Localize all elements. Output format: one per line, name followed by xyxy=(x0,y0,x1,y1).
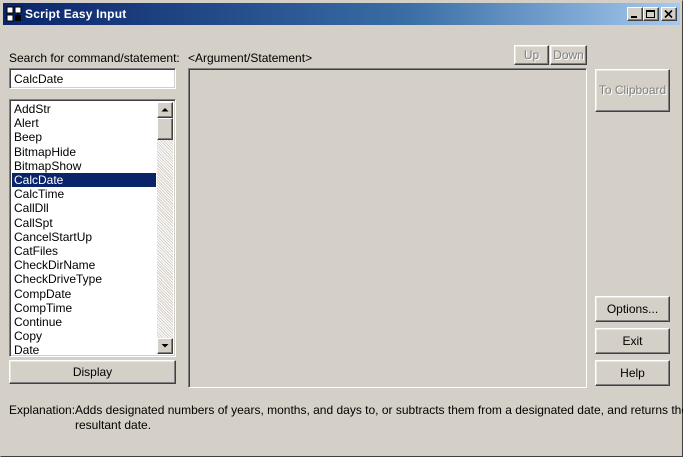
window-title: Script Easy Input xyxy=(25,7,127,21)
argument-label: <Argument/Statement> xyxy=(188,51,313,65)
command-list-item[interactable]: CancelStartUp xyxy=(12,230,156,244)
display-button[interactable]: Display xyxy=(9,360,176,384)
help-button[interactable]: Help xyxy=(595,360,670,386)
script-easy-input-window: Script Easy Input Search for command/sta… xyxy=(0,0,683,457)
command-list-item[interactable]: CallSpt xyxy=(12,216,156,230)
to-clipboard-button[interactable]: To Clipboard xyxy=(595,69,670,112)
command-list-item[interactable]: CalcTime xyxy=(12,187,156,201)
scroll-up-button[interactable] xyxy=(157,102,173,118)
command-list-item[interactable]: CheckDirName xyxy=(12,258,156,272)
down-button[interactable]: Down xyxy=(550,45,587,65)
command-list-item[interactable]: CheckDriveType xyxy=(12,272,156,286)
close-button[interactable] xyxy=(661,7,677,21)
command-list[interactable]: AddStr Alert Beep BitmapHide BitmapShow CalcD… xyxy=(9,99,176,357)
up-button[interactable]: Up xyxy=(514,45,549,65)
arrow-up-icon xyxy=(161,108,169,112)
command-list-item[interactable]: CompDate xyxy=(12,287,156,301)
command-list-scrollbar[interactable] xyxy=(157,102,173,354)
options-button[interactable]: Options... xyxy=(595,296,670,322)
exit-button[interactable]: Exit xyxy=(595,328,670,354)
command-list-item[interactable]: BitmapShow xyxy=(12,159,156,173)
arrow-down-icon xyxy=(161,344,169,348)
command-list-item[interactable]: BitmapHide xyxy=(12,145,156,159)
scroll-thumb[interactable] xyxy=(157,118,173,140)
command-list-item[interactable]: Date xyxy=(12,343,156,356)
command-list-item[interactable]: Beep xyxy=(12,130,156,144)
search-label: Search for command/statement: xyxy=(9,51,180,65)
command-list-item[interactable]: AddStr xyxy=(12,102,156,116)
title-bar[interactable]: Script Easy Input xyxy=(3,3,680,25)
argument-area[interactable] xyxy=(188,68,587,388)
search-input[interactable]: CalcDate xyxy=(9,68,176,89)
command-list-item[interactable]: CatFiles xyxy=(12,244,156,258)
minimize-icon xyxy=(631,16,637,18)
maximize-icon xyxy=(646,10,655,18)
command-list-item[interactable]: CallDll xyxy=(12,201,156,215)
minimize-button[interactable] xyxy=(627,7,643,21)
maximize-button[interactable] xyxy=(643,7,659,21)
command-list-item[interactable]: Copy xyxy=(12,329,156,343)
command-list-item[interactable]: CompTime xyxy=(12,301,156,315)
app-icon xyxy=(6,6,22,22)
search-input-value: CalcDate xyxy=(14,72,64,86)
command-list-item[interactable]: CalcDate xyxy=(12,173,156,187)
explanation-text-line1: Adds designated numbers of years, months… xyxy=(75,403,683,417)
command-list-item[interactable]: Continue xyxy=(12,315,156,329)
close-icon xyxy=(664,10,673,19)
scroll-down-button[interactable] xyxy=(157,338,173,354)
command-list-item[interactable]: Alert xyxy=(12,116,156,130)
explanation-text-line2: resultant date. xyxy=(75,418,152,432)
explanation-label: Explanation: xyxy=(9,403,76,417)
